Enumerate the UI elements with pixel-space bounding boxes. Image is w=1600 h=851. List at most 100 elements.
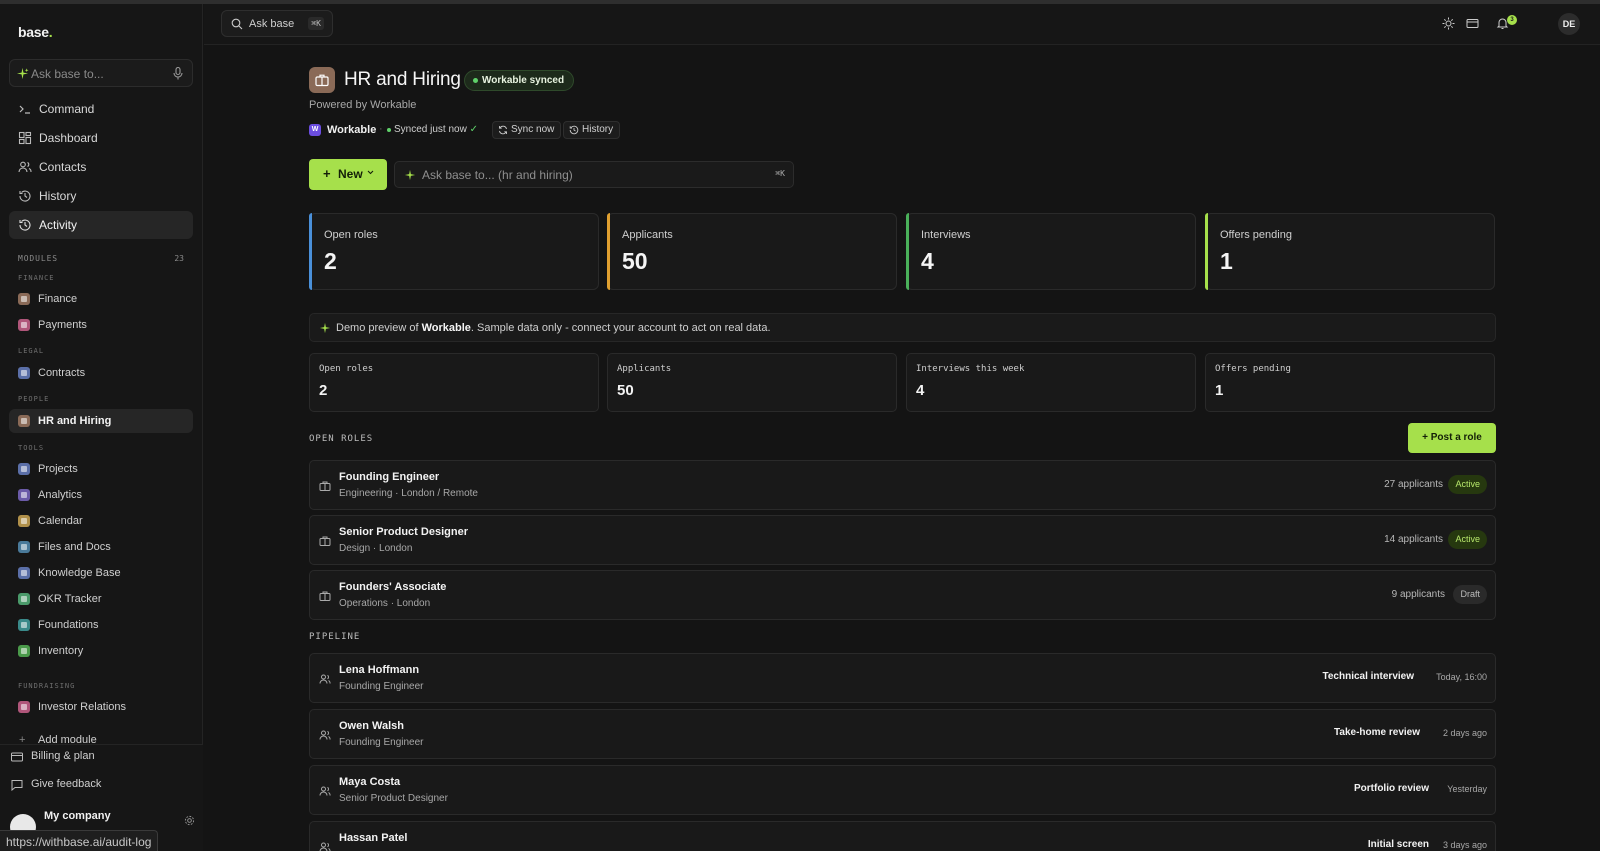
link-preview-statusbar: https://withbase.ai/audit-log xyxy=(0,830,159,851)
gear-icon[interactable] xyxy=(184,815,195,826)
separator: · xyxy=(379,123,383,135)
sidebar: base. Ask base to... Command Dashboard C… xyxy=(0,4,203,851)
stat-card-applicants[interactable]: Applicants 50 xyxy=(607,213,897,290)
person-icon xyxy=(319,674,331,684)
user-avatar[interactable]: DE xyxy=(1558,13,1580,35)
post-role-button[interactable]: + Post a role xyxy=(1408,423,1496,453)
status-badge: Active xyxy=(1448,530,1487,549)
stat-accent xyxy=(1205,213,1208,290)
page-title: HR and Hiring xyxy=(344,69,461,90)
group-finance: FINANCE xyxy=(18,274,55,282)
module-calendar[interactable]: Calendar xyxy=(9,509,193,533)
person-icon xyxy=(319,730,331,740)
module-investor-relations[interactable]: Investor Relations xyxy=(9,695,193,719)
history-button[interactable]: History xyxy=(563,121,621,139)
contacts-icon xyxy=(18,161,32,173)
module-hr-and-hiring[interactable]: HR and Hiring xyxy=(9,409,193,433)
sparkle-icon xyxy=(319,322,331,334)
group-fundraising: FUNDRAISING xyxy=(18,682,76,690)
candidate-row[interactable]: Maya Costa Senior Product Designer Portf… xyxy=(309,765,1496,815)
module-contracts[interactable]: Contracts xyxy=(9,361,193,385)
files-icon xyxy=(18,541,30,553)
module-inventory[interactable]: Inventory xyxy=(9,639,193,663)
contracts-icon xyxy=(18,367,30,379)
top-bar: Ask base ⌘K 3 DE xyxy=(204,4,1600,45)
module-files-and-docs[interactable]: Files and Docs xyxy=(9,535,193,559)
person-icon xyxy=(319,842,331,851)
briefcase-icon xyxy=(319,481,331,491)
group-legal: LEGAL xyxy=(18,347,45,355)
global-search[interactable]: Ask base ⌘K xyxy=(221,10,333,37)
module-finance[interactable]: Finance xyxy=(9,287,193,311)
pipeline-heading: PIPELINE xyxy=(309,632,361,642)
billing-card-icon[interactable] xyxy=(1466,17,1479,30)
okr-icon xyxy=(18,593,30,605)
billing-link[interactable]: Billing & plan xyxy=(0,745,203,769)
stat-accent xyxy=(906,213,909,290)
role-row[interactable]: Founders' Associate Operations · London … xyxy=(309,570,1496,620)
feedback-icon xyxy=(11,780,23,791)
knowledge-base-icon xyxy=(18,567,30,579)
stat-card-offers-pending[interactable]: Offers pending 1 xyxy=(1205,213,1495,290)
history-icon xyxy=(19,190,31,202)
nav-command[interactable]: Command xyxy=(9,95,193,123)
group-tools: TOOLS xyxy=(18,444,45,452)
role-row[interactable]: Senior Product Designer Design · London … xyxy=(309,515,1496,565)
module-ask-input[interactable]: Ask base to... (hr and hiring) ⌘K xyxy=(394,161,794,188)
candidate-row[interactable]: Owen Walsh Founding Engineer Take-home r… xyxy=(309,709,1496,759)
new-button[interactable]: + New xyxy=(309,159,387,190)
nav-contacts[interactable]: Contacts xyxy=(9,153,193,181)
module-analytics[interactable]: Analytics xyxy=(9,483,193,507)
nav-history[interactable]: History xyxy=(9,182,193,210)
app-logo[interactable]: base. xyxy=(18,24,53,40)
sparkle-icon xyxy=(404,169,416,181)
terminal-icon xyxy=(19,105,30,114)
payments-icon xyxy=(18,319,30,331)
ask-shortcut: ⌘K xyxy=(775,169,785,178)
feedback-link[interactable]: Give feedback xyxy=(0,773,203,797)
investor-relations-icon xyxy=(18,701,30,713)
stat-accent xyxy=(607,213,610,290)
role-row[interactable]: Founding Engineer Engineering · London /… xyxy=(309,460,1496,510)
briefcase-icon xyxy=(309,67,335,93)
mini-stat-interviews-this-week: Interviews this week 4 xyxy=(906,353,1196,412)
briefcase-icon xyxy=(319,591,331,601)
notification-badge: 3 xyxy=(1507,15,1517,25)
mini-stat-open-roles: Open roles 2 xyxy=(309,353,599,412)
nav-dashboard[interactable]: Dashboard xyxy=(9,124,193,152)
nav-activity[interactable]: Activity xyxy=(9,211,193,239)
sidebar-ask-placeholder: Ask base to... xyxy=(31,67,104,81)
hr-icon xyxy=(18,415,30,427)
person-icon xyxy=(319,786,331,796)
status-badge: Draft xyxy=(1453,585,1487,604)
module-okr-tracker[interactable]: OKR Tracker xyxy=(9,587,193,611)
demo-preview-banner: Demo preview of Workable. Sample data on… xyxy=(309,313,1496,342)
calendar-icon xyxy=(18,515,30,527)
stat-card-interviews[interactable]: Interviews 4 xyxy=(906,213,1196,290)
candidate-row[interactable]: Hassan Patel Initial screen 3 days ago xyxy=(309,821,1496,851)
history-icon xyxy=(569,125,579,135)
sync-time: Synced just now ✓ xyxy=(387,124,478,135)
source-name: Workable xyxy=(327,124,377,136)
chevron-down-icon xyxy=(367,170,374,175)
modules-count: 23 xyxy=(174,254,184,263)
group-people: PEOPLE xyxy=(18,395,50,403)
module-projects[interactable]: Projects xyxy=(9,457,193,481)
mini-stat-offers-pending: Offers pending 1 xyxy=(1205,353,1495,412)
microphone-icon[interactable] xyxy=(173,67,183,80)
analytics-icon xyxy=(18,489,30,501)
activity-icon xyxy=(19,219,31,231)
sidebar-ask-input[interactable]: Ask base to... xyxy=(9,59,193,87)
workable-logo-icon: W xyxy=(309,124,321,136)
module-foundations[interactable]: Foundations xyxy=(9,613,193,637)
module-knowledge-base[interactable]: Knowledge Base xyxy=(9,561,193,585)
foundations-icon xyxy=(18,619,30,631)
candidate-row[interactable]: Lena Hoffmann Founding Engineer Technica… xyxy=(309,653,1496,703)
sync-now-button[interactable]: Sync now xyxy=(492,121,562,139)
theme-toggle-icon[interactable] xyxy=(1442,17,1455,30)
module-payments[interactable]: Payments xyxy=(9,313,193,337)
integration-source-row: W Workable · Synced just now ✓ Sync now … xyxy=(309,121,729,139)
stat-card-open-roles[interactable]: Open roles 2 xyxy=(309,213,599,290)
search-shortcut: ⌘K xyxy=(308,17,324,30)
mini-stat-applicants: Applicants 50 xyxy=(607,353,897,412)
